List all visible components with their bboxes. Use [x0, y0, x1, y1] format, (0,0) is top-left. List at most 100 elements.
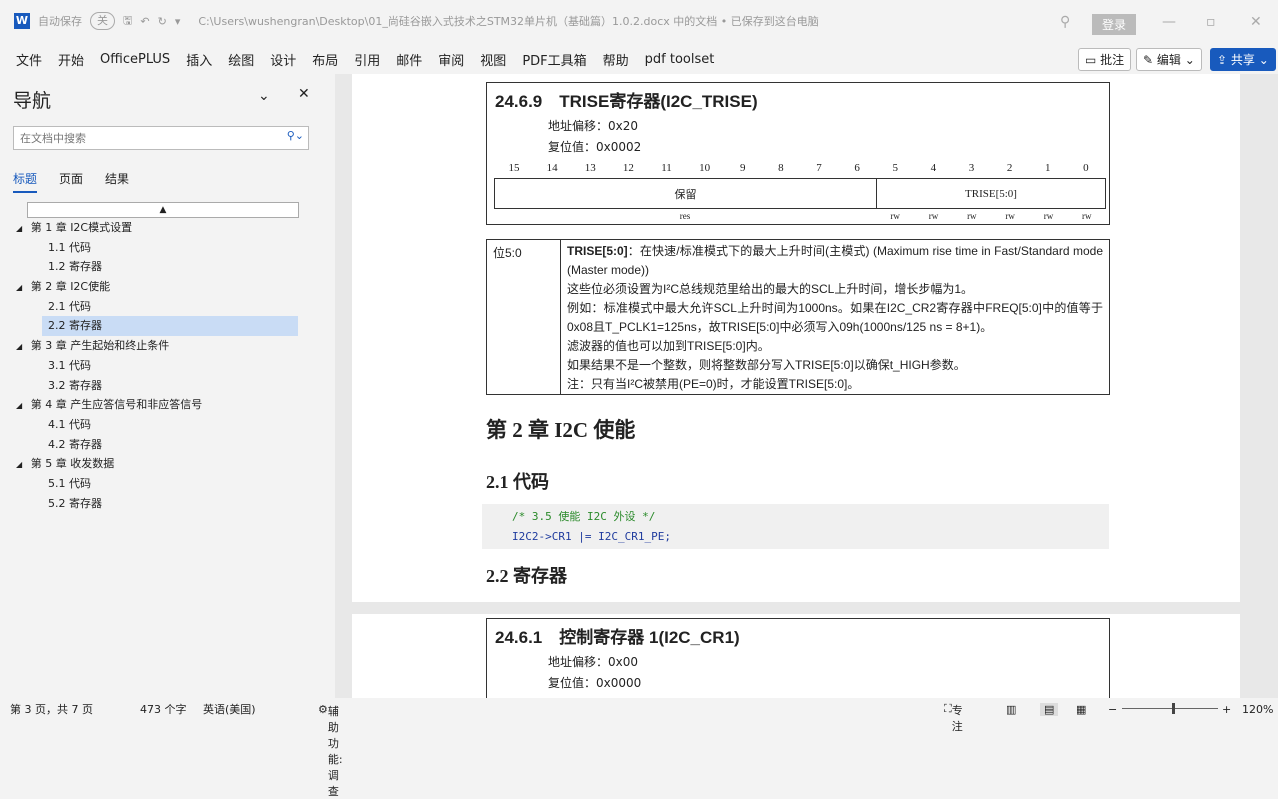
nav-tab[interactable]: 页面	[59, 170, 83, 193]
ribbon-tab[interactable]: 视图	[480, 50, 506, 69]
ribbon-tab[interactable]: 审阅	[438, 50, 464, 69]
trise-field: TRISE[5:0]	[965, 187, 1017, 200]
undo-icon[interactable]: ↶	[140, 15, 149, 28]
ribbon-tab[interactable]: 引用	[354, 50, 380, 69]
expand-arrow-icon[interactable]: ◢	[16, 460, 25, 469]
nav-search-input[interactable]: 在文档中搜索 ⚲⌄	[13, 126, 309, 150]
customize-icon[interactable]: ▾	[175, 15, 181, 28]
heading-tree: ◢ 第 1 章 I2C模式设置 1.1 代码 1.2 寄存器 ◢ 第 2 章 I2C使…	[16, 218, 298, 513]
trise-register-box: 24.6.9 TRISE寄存器(I2C_TRISE) 地址偏移：0x20 复位值…	[486, 82, 1110, 225]
word-count[interactable]: 473 个字	[140, 701, 187, 717]
zoom-slider[interactable]	[1122, 708, 1218, 709]
autosave-toggle[interactable]: 关	[90, 12, 115, 30]
ribbon-tab[interactable]: 设计	[270, 50, 296, 69]
code-line: I2C2->CR1 |= I2C_CR1_PE;	[512, 530, 671, 543]
ribbon-tab[interactable]: 插入	[186, 50, 212, 69]
edit-label: 编辑	[1156, 53, 1181, 67]
zoom-level[interactable]: 120%	[1242, 703, 1273, 716]
expand-arrow-icon[interactable]: ◢	[16, 283, 25, 292]
nav-heading-item[interactable]: 3.2 寄存器	[16, 376, 298, 396]
expand-arrow-icon[interactable]: ◢	[16, 401, 25, 410]
bit-number: 10	[699, 162, 711, 174]
nav-tab[interactable]: 标题	[13, 170, 38, 193]
nav-heading-item[interactable]: 2.2 寄存器	[42, 316, 298, 337]
rw-label: rw	[928, 211, 939, 221]
close-icon[interactable]: ✕	[1250, 14, 1262, 30]
nav-heading-item[interactable]: ◢ 第 2 章 I2C使能	[16, 277, 298, 297]
rw-label: rw	[1043, 211, 1054, 221]
bit-number: 2	[1006, 162, 1013, 174]
zoom-out-button[interactable]: −	[1108, 703, 1117, 716]
desc-line: ：在快速/标准模式下的最大上升时间(主模式) (Maximum rise tim…	[567, 244, 1103, 277]
maximize-icon[interactable]: ▫	[1206, 14, 1216, 30]
print-layout-icon[interactable]: ▤	[1040, 702, 1059, 716]
ribbon-tab[interactable]: pdf toolset	[645, 52, 715, 67]
read-mode-icon[interactable]: ▥	[1006, 703, 1016, 716]
web-layout-icon[interactable]: ▦	[1076, 703, 1086, 716]
reset-value: 复位值：0x0002	[548, 140, 642, 154]
share-label: 共享	[1230, 53, 1255, 67]
nav-close-icon[interactable]: ✕	[298, 86, 310, 102]
page: 24.6.9 TRISE寄存器(I2C_TRISE) 地址偏移：0x20 复位值…	[352, 74, 1240, 602]
focus-button[interactable]: ⛶ 专注	[944, 702, 963, 733]
accessibility-button[interactable]: ⚙ 辅助功能: 调查	[318, 703, 343, 798]
minimize-icon[interactable]: —	[1162, 14, 1176, 30]
collapse-all-button[interactable]: ▲	[27, 202, 299, 218]
nav-title: 导航	[13, 90, 52, 112]
expand-arrow-icon[interactable]: ◢	[16, 224, 25, 233]
nav-heading-label: 3.2 寄存器	[48, 378, 102, 392]
nav-heading-item[interactable]: 2.1 代码	[16, 297, 298, 317]
title-bar: W 自动保存 关 🖫 ↶ ↻ ▾ C:\Users\wushengran\Des…	[0, 0, 1278, 42]
redo-icon[interactable]: ↻	[158, 15, 167, 28]
nav-heading-item[interactable]: 5.1 代码	[16, 474, 298, 494]
nav-heading-item[interactable]: 5.2 寄存器	[16, 494, 298, 514]
nav-heading-item[interactable]: ◢ 第 3 章 产生起始和终止条件	[16, 336, 298, 356]
ribbon-tab[interactable]: 开始	[58, 50, 84, 69]
register-fields: 保留 TRISE[5:0]	[494, 178, 1106, 209]
ribbon-tab[interactable]: 文件	[16, 50, 42, 69]
ribbon-tab[interactable]: 帮助	[603, 50, 629, 69]
zoom-slider-thumb[interactable]	[1172, 703, 1175, 714]
expand-arrow-icon[interactable]: ◢	[16, 342, 25, 351]
search-icon[interactable]: ⚲⌄	[287, 129, 304, 142]
nav-heading-item[interactable]: 1.1 代码	[16, 238, 298, 258]
ribbon-tab[interactable]: OfficePLUS	[100, 52, 170, 67]
nav-heading-item[interactable]: 1.2 寄存器	[16, 257, 298, 277]
ribbon-tab[interactable]: 绘图	[228, 50, 254, 69]
desc-line: 注：只有当I²C被禁用(PE=0)时，才能设置TRISE[5:0]。	[567, 377, 860, 391]
rw-label: rw	[890, 211, 900, 221]
ribbon-tab[interactable]: 布局	[312, 50, 338, 69]
language[interactable]: 英语(美国)	[203, 701, 256, 717]
nav-heading-item[interactable]: 3.1 代码	[16, 356, 298, 376]
nav-options-icon[interactable]: ⌄	[258, 88, 270, 104]
chapter-heading: 第 2 章 I2C 使能	[486, 418, 636, 442]
ribbon-tab[interactable]: 邮件	[396, 50, 422, 69]
save-icon[interactable]: 🖫	[123, 12, 132, 31]
reset-value: 复位值：0x0000	[548, 676, 642, 690]
ribbon-tab[interactable]: PDF工具箱	[522, 50, 586, 69]
search-icon[interactable]: ⚲	[1060, 14, 1070, 30]
bit-number: 14	[546, 162, 558, 174]
reserved-field: 保留	[495, 179, 877, 208]
bit-numbers: 15 14 13 12 11 10 9 8 7 6 5 4 3 2 1 0	[495, 162, 1105, 174]
comment-button[interactable]: ▭ 批注	[1078, 48, 1132, 71]
nav-heading-item[interactable]: 4.2 寄存器	[16, 435, 298, 455]
word-icon: W	[14, 13, 30, 29]
share-button[interactable]: ⇪ 共享 ⌄	[1210, 48, 1276, 71]
zoom-in-button[interactable]: +	[1222, 703, 1231, 716]
page-count[interactable]: 第 3 页，共 7 页	[10, 701, 93, 717]
bit-number: 12	[622, 162, 634, 174]
page: 24.6.1 控制寄存器 1(I2C_CR1) 地址偏移：0x00 复位值：0x…	[352, 614, 1240, 698]
nav-heading-item[interactable]: ◢ 第 1 章 I2C模式设置	[16, 218, 298, 238]
section-heading: 2.1 代码	[486, 472, 549, 492]
cr1-register-box: 24.6.1 控制寄存器 1(I2C_CR1) 地址偏移：0x00 复位值：0x…	[486, 618, 1110, 698]
edit-button[interactable]: ✎ 编辑 ⌄	[1136, 48, 1202, 71]
login-button[interactable]: 登录	[1092, 14, 1137, 35]
nav-tabs: 标题 页面 结果	[13, 170, 129, 193]
nav-tab[interactable]: 结果	[105, 170, 129, 193]
status-bar: 第 3 页，共 7 页 473 个字 英语(美国) ⚙ 辅助功能: 调查 ⛶ 专…	[0, 698, 1278, 798]
nav-heading-item[interactable]: ◢ 第 5 章 收发数据	[16, 454, 298, 474]
nav-heading-label: 第 1 章 I2C模式设置	[30, 221, 133, 234]
nav-heading-item[interactable]: 4.1 代码	[16, 415, 298, 435]
nav-heading-item[interactable]: ◢ 第 4 章 产生应答信号和非应答信号	[16, 395, 298, 415]
